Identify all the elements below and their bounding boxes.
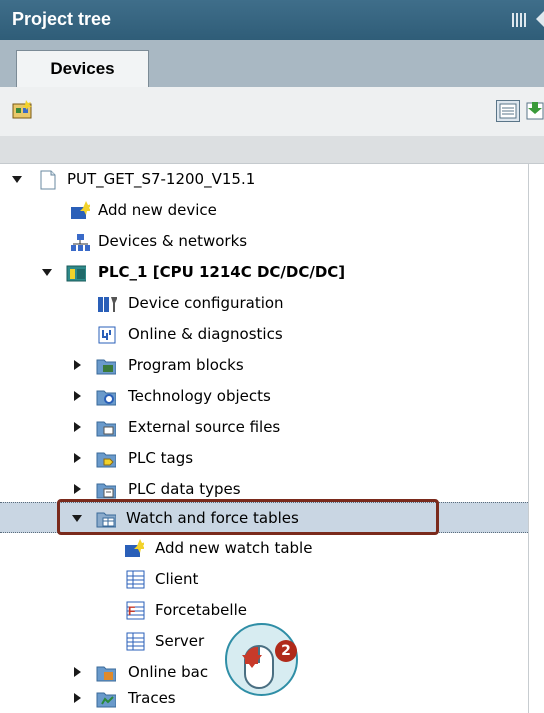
add-watch-table-icon	[125, 539, 144, 557]
online-diagnostics-icon	[98, 326, 116, 344]
project-tree-toolbar	[0, 87, 544, 136]
add-device-icon	[71, 201, 90, 219]
split-pane-icon[interactable]	[512, 13, 526, 27]
collapse-panel-icon[interactable]	[536, 11, 544, 27]
tree-item-label: Online & diagnostics	[128, 325, 283, 343]
plc-icon	[66, 265, 86, 282]
tree-item-technology-objects[interactable]: Technology objects	[0, 381, 528, 412]
plc-data-types-folder-icon	[96, 483, 116, 499]
tree-item-label: Traces	[128, 689, 176, 707]
expand-icon[interactable]	[72, 350, 84, 381]
tree-item-project[interactable]: PUT_GET_S7-1200_V15.1	[0, 164, 528, 195]
tree-item-plc[interactable]: PLC_1 [CPU 1214C DC/DC/DC]	[0, 257, 528, 288]
tree-item-label: Client	[155, 570, 199, 588]
project-tree-titlebar: Project tree	[0, 0, 544, 40]
tree-item-client[interactable]: Client	[0, 564, 528, 595]
technology-objects-folder-icon	[96, 390, 116, 406]
expand-icon[interactable]	[72, 381, 84, 412]
tree-item-label: Add new watch table	[155, 539, 313, 557]
tree-item-label: Server	[155, 632, 205, 650]
tree-item-plc-tags[interactable]: PLC tags	[0, 443, 528, 474]
external-sources-folder-icon	[96, 421, 116, 437]
online-backups-folder-icon	[96, 666, 116, 682]
overview-view-icon[interactable]	[496, 100, 520, 122]
traces-folder-icon	[96, 692, 116, 708]
tree-item-label: Program blocks	[128, 356, 244, 374]
collapse-icon[interactable]	[41, 257, 53, 288]
tree-item-add-new-device[interactable]: Add new device	[0, 195, 528, 226]
tree-item-label: PUT_GET_S7-1200_V15.1	[67, 170, 256, 188]
export-view-icon[interactable]	[526, 100, 544, 122]
tree-item-program-blocks[interactable]: Program blocks	[0, 350, 528, 381]
plc-tags-folder-icon	[96, 452, 116, 468]
collapse-icon[interactable]	[11, 164, 23, 195]
tree-item-label: Forcetabelle	[155, 601, 247, 619]
highlight-frame	[57, 499, 439, 535]
expand-icon[interactable]	[72, 443, 84, 474]
tree-item-label: External source files	[128, 418, 281, 436]
watch-table-icon	[126, 570, 145, 589]
tab-devices[interactable]: Devices	[16, 50, 149, 88]
expand-icon[interactable]	[72, 683, 84, 713]
tree-item-online-diagnostics[interactable]: Online & diagnostics	[0, 319, 528, 350]
step-badge: 2	[275, 640, 297, 662]
tab-strip: Devices	[0, 40, 544, 88]
svg-text:F: F	[128, 604, 135, 618]
create-group-icon[interactable]	[12, 99, 34, 121]
tree-item-label: Device configuration	[128, 294, 284, 312]
tree-item-add-new-watch-table[interactable]: Add new watch table	[0, 533, 528, 564]
program-blocks-folder-icon	[96, 359, 116, 375]
tree-column-header	[0, 136, 544, 164]
network-icon	[71, 234, 90, 251]
watch-table-icon	[126, 632, 145, 651]
tree-item-external-source-files[interactable]: External source files	[0, 412, 528, 443]
tree-item-label: Technology objects	[128, 387, 271, 405]
project-icon	[40, 170, 56, 190]
panel-title: Project tree	[12, 9, 112, 29]
tree-item-label: PLC tags	[128, 449, 194, 467]
expand-icon[interactable]	[72, 412, 84, 443]
tree-item-label: Devices & networks	[98, 232, 248, 250]
tree-item-devices-networks[interactable]: Devices & networks	[0, 226, 528, 257]
tree-item-label: PLC_1 [CPU 1214C DC/DC/DC]	[98, 263, 346, 281]
tree-item-device-configuration[interactable]: Device configuration	[0, 288, 528, 319]
tree-item-label: Add new device	[98, 201, 217, 219]
tree-item-forcetabelle[interactable]: F Forcetabelle	[0, 595, 528, 626]
device-config-icon	[98, 297, 117, 312]
force-table-icon: F	[126, 601, 145, 620]
double-click-arrow-icon	[242, 655, 262, 668]
